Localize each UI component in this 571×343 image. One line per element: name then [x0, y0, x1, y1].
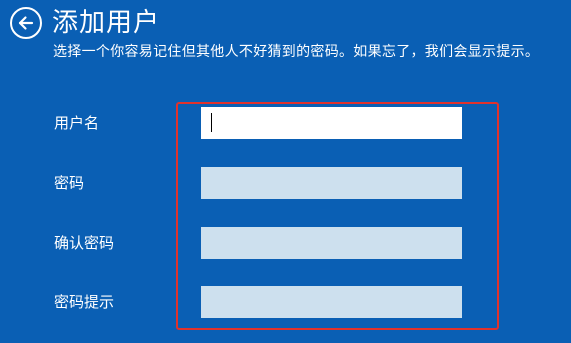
instruction-text: 选择一个你容易记住但其他人不好猜到的密码。如果忘了，我们会显示提示。 — [53, 44, 540, 60]
text-caret — [211, 113, 212, 132]
page-title: 添加用户 — [52, 8, 161, 38]
username-label: 用户名 — [54, 114, 100, 132]
password-label: 密码 — [54, 174, 85, 192]
password-hint-label: 密码提示 — [54, 293, 115, 311]
username-field[interactable] — [201, 107, 462, 139]
password-field[interactable] — [201, 167, 462, 199]
header: 添加用户 — [10, 3, 160, 43]
back-button[interactable] — [10, 7, 42, 39]
password-hint-field[interactable] — [201, 286, 462, 318]
confirm-password-field[interactable] — [201, 227, 462, 259]
back-arrow-icon — [18, 16, 34, 30]
confirm-password-label: 确认密码 — [54, 234, 115, 252]
